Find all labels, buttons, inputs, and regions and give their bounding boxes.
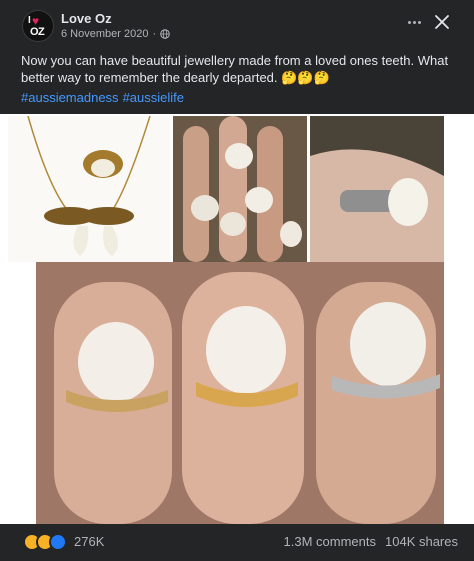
post-stats: 1.3M comments 104K shares [284,534,458,549]
page-avatar[interactable]: I ♥ OZ [22,10,54,42]
close-icon[interactable] [434,14,450,30]
logo-letter: I [28,15,31,26]
globe-icon [160,29,170,39]
silver-ring-illustration [310,116,444,262]
three-rings-illustration [36,262,444,524]
hashtag-link[interactable]: #aussiemadness [21,90,119,105]
facebook-post: I ♥ OZ Love Oz 6 November 2020 · Now you… [0,0,474,561]
meta-separator: · [152,28,157,40]
reaction-icons[interactable] [23,533,69,551]
post-header: I ♥ OZ Love Oz 6 November 2020 · [0,0,474,46]
post-date[interactable]: 6 November 2020 [61,28,148,40]
post-text: Now you can have beautiful jewellery mad… [21,53,449,85]
photo-hand-rings [173,116,307,262]
like-reaction-icon [49,533,67,551]
heart-icon: ♥ [32,14,40,28]
reaction-count[interactable]: 276K [74,534,104,549]
post-meta: 6 November 2020 · [61,28,170,40]
post-footer: 276K 1.3M comments 104K shares [0,524,474,561]
hashtags: #aussiemadness #aussielife [21,90,188,105]
more-options-icon[interactable] [404,14,424,30]
shares-count[interactable]: 104K shares [385,534,458,549]
photo-necklace [8,116,170,262]
photo-silver-ring [310,116,444,262]
logo-text: OZ [30,26,45,38]
photo-three-rings [36,262,444,524]
hand-rings-illustration [173,116,307,262]
necklace-illustration [27,116,151,256]
hashtag-link[interactable]: #aussielife [123,90,184,105]
page-name[interactable]: Love Oz [61,11,112,26]
post-photo-collage[interactable] [0,114,474,524]
comments-count[interactable]: 1.3M comments [284,534,376,549]
